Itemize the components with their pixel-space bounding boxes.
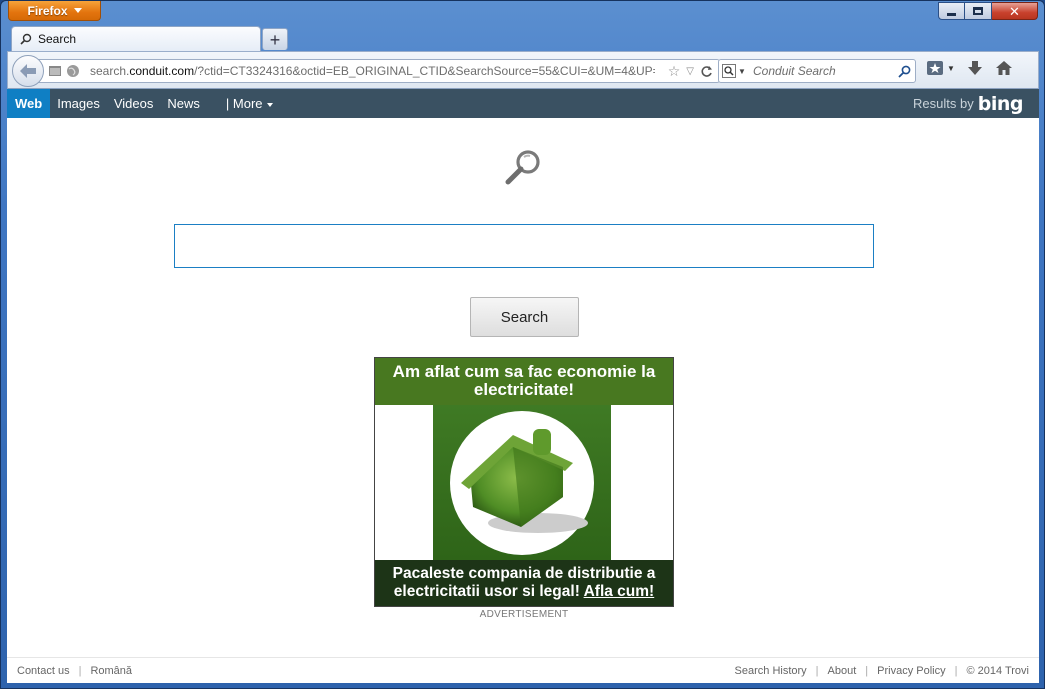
footer-right: Search History | About | Privacy Policy … [735,665,1029,677]
about-link[interactable]: About [828,665,857,677]
engine-search-icon [722,64,737,78]
url-text: search.conduit.com/?ctid=CT3324316&octid… [90,64,655,78]
search-input[interactable] [174,224,874,268]
new-tab-button[interactable]: + [262,28,288,50]
toolbar-buttons: ▼ [926,60,1013,76]
bookmarks-button[interactable]: ▼ [926,60,955,76]
advertisement-banner[interactable]: Am aflat cum sa fac economie la electric… [374,357,674,607]
search-logo-icon [505,150,540,185]
browser-search-placeholder: Conduit Search [753,64,836,78]
firefox-menu-button[interactable]: Firefox [8,1,101,21]
search-verticals-bar: Web Images Videos News | More Results by… [7,89,1039,118]
back-arrow-icon [20,64,36,78]
search-engine-selector[interactable]: ▼ [719,64,749,78]
footer-separator: | [865,664,869,677]
nav-item-more[interactable]: | More [219,89,280,118]
engine-dropdown-icon: ▼ [738,66,746,76]
ad-headline: Am aflat cum sa fac economie la electric… [375,358,673,405]
ad-label: ADVERTISEMENT [479,609,569,620]
close-icon: ✕ [1009,3,1020,19]
nav-item-news[interactable]: News [160,89,207,118]
minimize-button[interactable] [938,2,965,20]
reload-icon[interactable] [700,65,713,78]
nav-item-images[interactable]: Images [50,89,107,118]
url-bar-actions: ☆ ▽ [668,63,713,80]
results-by-label: Results by [913,96,974,111]
dropdown-icon[interactable]: ▽ [686,66,694,77]
browser-window: Firefox ✕ Search + search.conduit.com/?c… [0,0,1045,689]
globe-icon [67,65,79,77]
magnifier-icon [897,65,910,78]
privacy-policy-link[interactable]: Privacy Policy [877,665,945,677]
nav-item-web[interactable]: Web [7,89,51,118]
bookmarks-star-icon [927,61,943,75]
ad-house-image [433,405,611,560]
more-label: | More [225,96,263,111]
language-link[interactable]: Română [90,665,132,677]
bing-logo: bing [977,92,1024,115]
browser-search-box[interactable]: ▼ Conduit Search [718,59,916,83]
chevron-down-icon [73,8,82,13]
green-house-icon [450,411,594,555]
browser-search-go-button[interactable] [893,65,915,78]
plus-icon: + [269,29,281,50]
url-domain: conduit.com [129,64,195,78]
results-by-bing: Results by bing [913,89,1023,118]
footer-separator: | [78,664,82,677]
contact-us-link[interactable]: Contact us [17,665,70,677]
footer-left: Contact us | Română [17,665,132,677]
url-rest: /?ctid=CT3324316&octid=EB_ORIGINAL_CTID&… [194,64,655,78]
search-button[interactable]: Search [470,297,579,337]
copyright-text: © 2014 Trovi [966,664,1029,677]
url-prefix: search. [90,64,130,78]
tab-search[interactable]: Search [11,26,261,51]
home-icon[interactable] [995,60,1013,76]
ad-body: Pacaleste compania de distributie a elec… [375,560,673,606]
minimize-icon [947,12,956,16]
ad-cta-link[interactable]: Afla cum! [584,583,655,600]
window-controls: ✕ [938,2,1038,20]
page-content: Web Images Videos News | More Results by… [7,89,1039,683]
back-button[interactable] [12,55,44,87]
maximize-button[interactable] [965,2,992,20]
tab-title: Search [38,32,77,46]
bookmarks-dropdown-icon: ▼ [947,63,955,73]
search-icon [20,33,32,45]
footer-separator: | [815,664,819,677]
navigation-toolbar: search.conduit.com/?ctid=CT3324316&octid… [7,51,1039,89]
footer-separator: | [954,664,958,677]
page-footer: Contact us | Română Search History | Abo… [7,657,1039,683]
nav-item-videos[interactable]: Videos [107,89,161,118]
url-bar[interactable]: search.conduit.com/?ctid=CT3324316&octid… [38,59,720,83]
close-button[interactable]: ✕ [992,2,1038,20]
bookmark-star-icon[interactable]: ☆ [668,63,681,80]
maximize-icon [973,7,983,15]
site-identity[interactable] [48,64,84,78]
search-history-link[interactable]: Search History [735,665,807,677]
page-icon [49,66,61,76]
firefox-menu-label: Firefox [27,3,68,18]
downloads-icon[interactable] [967,60,983,76]
more-caret-icon [266,103,273,107]
